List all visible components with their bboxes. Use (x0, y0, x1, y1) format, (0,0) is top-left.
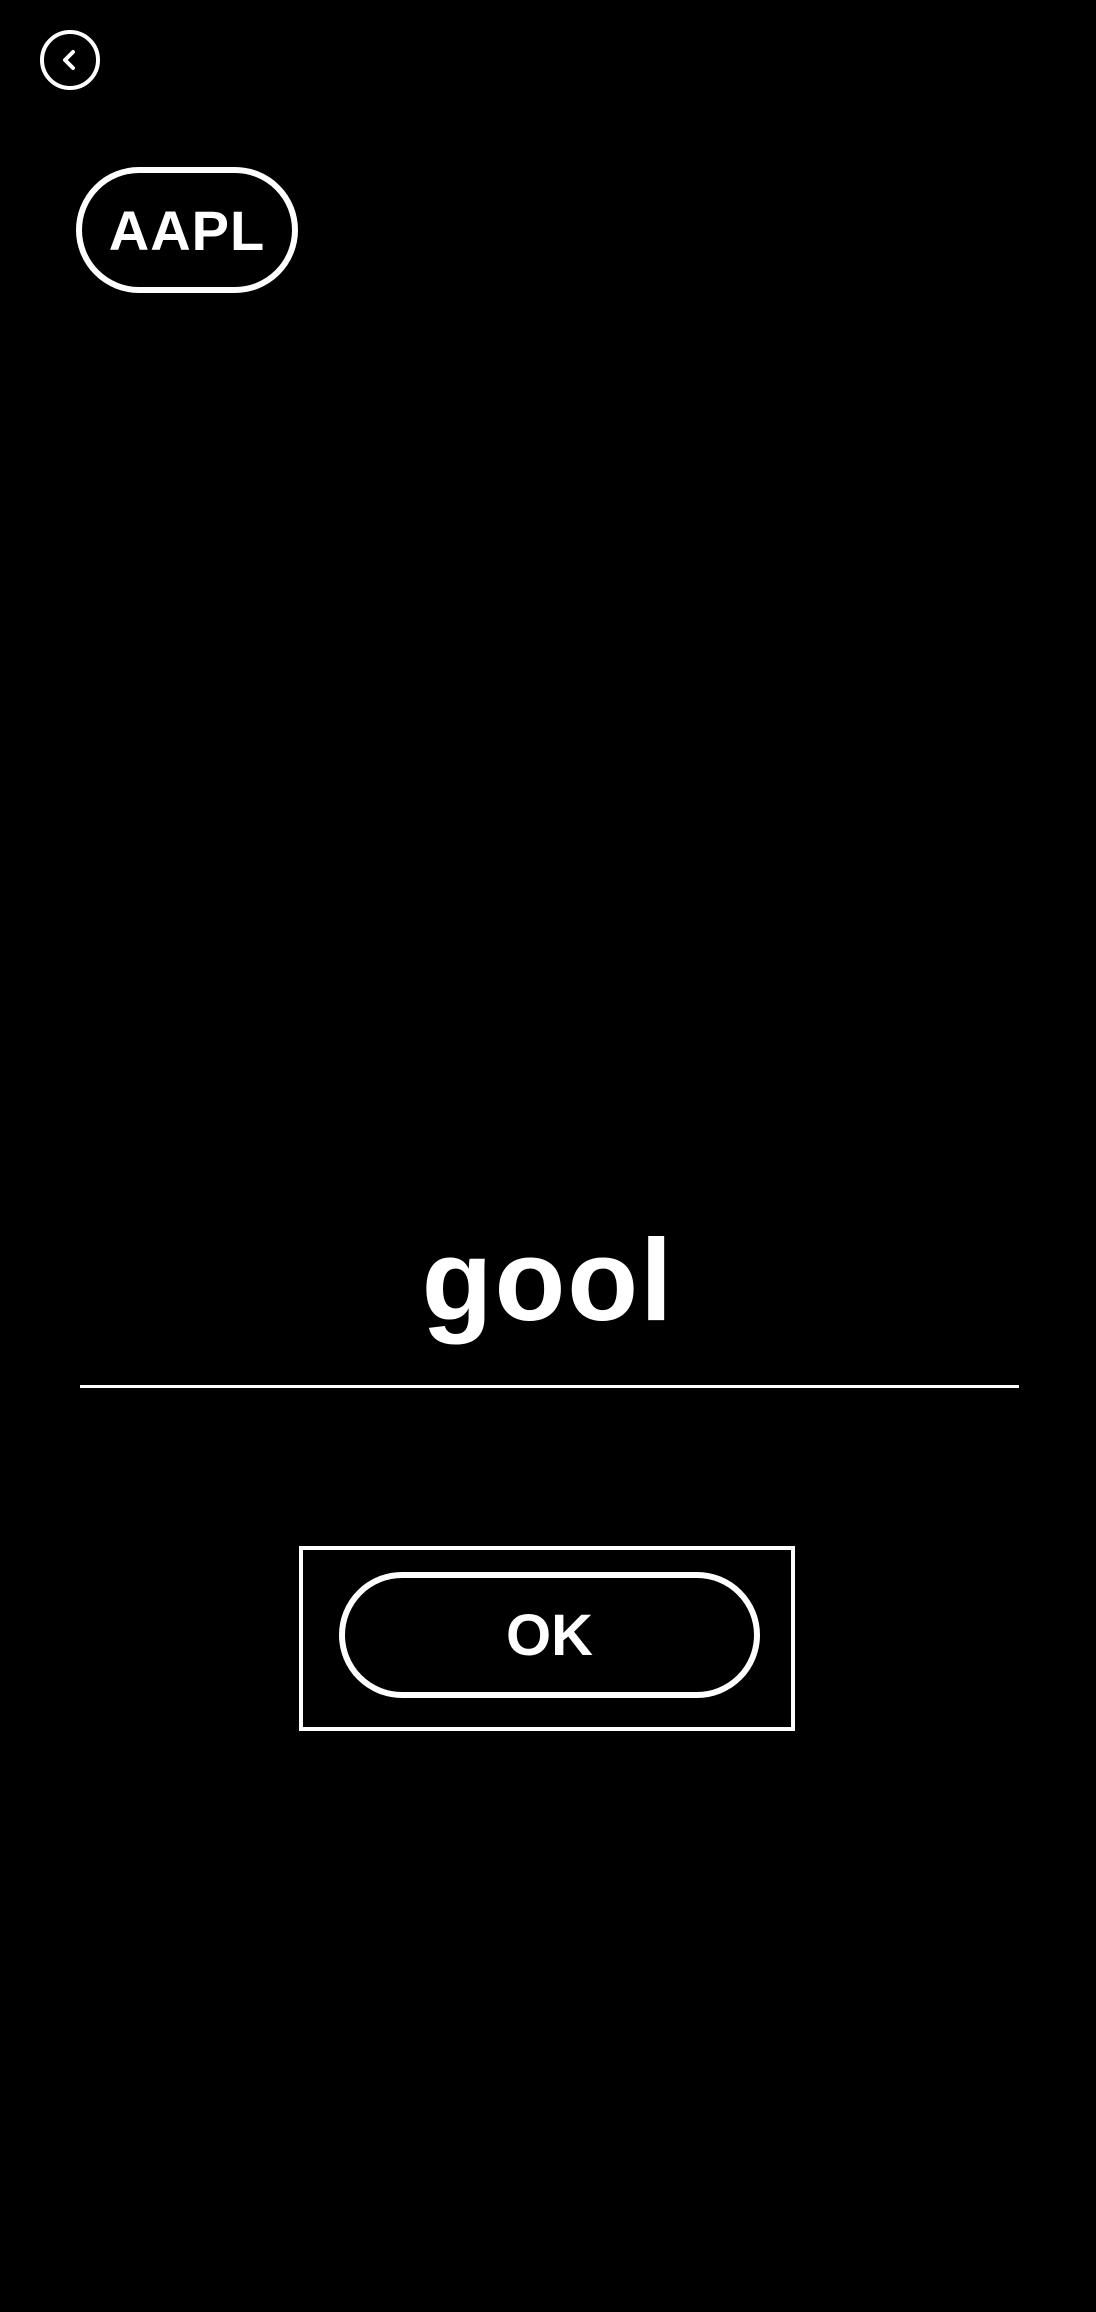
back-button[interactable] (40, 30, 100, 90)
ticker-chip[interactable]: AAPL (76, 167, 298, 293)
answer-text: gool (421, 1215, 675, 1345)
answer-underline (80, 1385, 1019, 1388)
ok-button[interactable]: OK (339, 1572, 760, 1698)
chevron-left-icon (63, 50, 75, 70)
